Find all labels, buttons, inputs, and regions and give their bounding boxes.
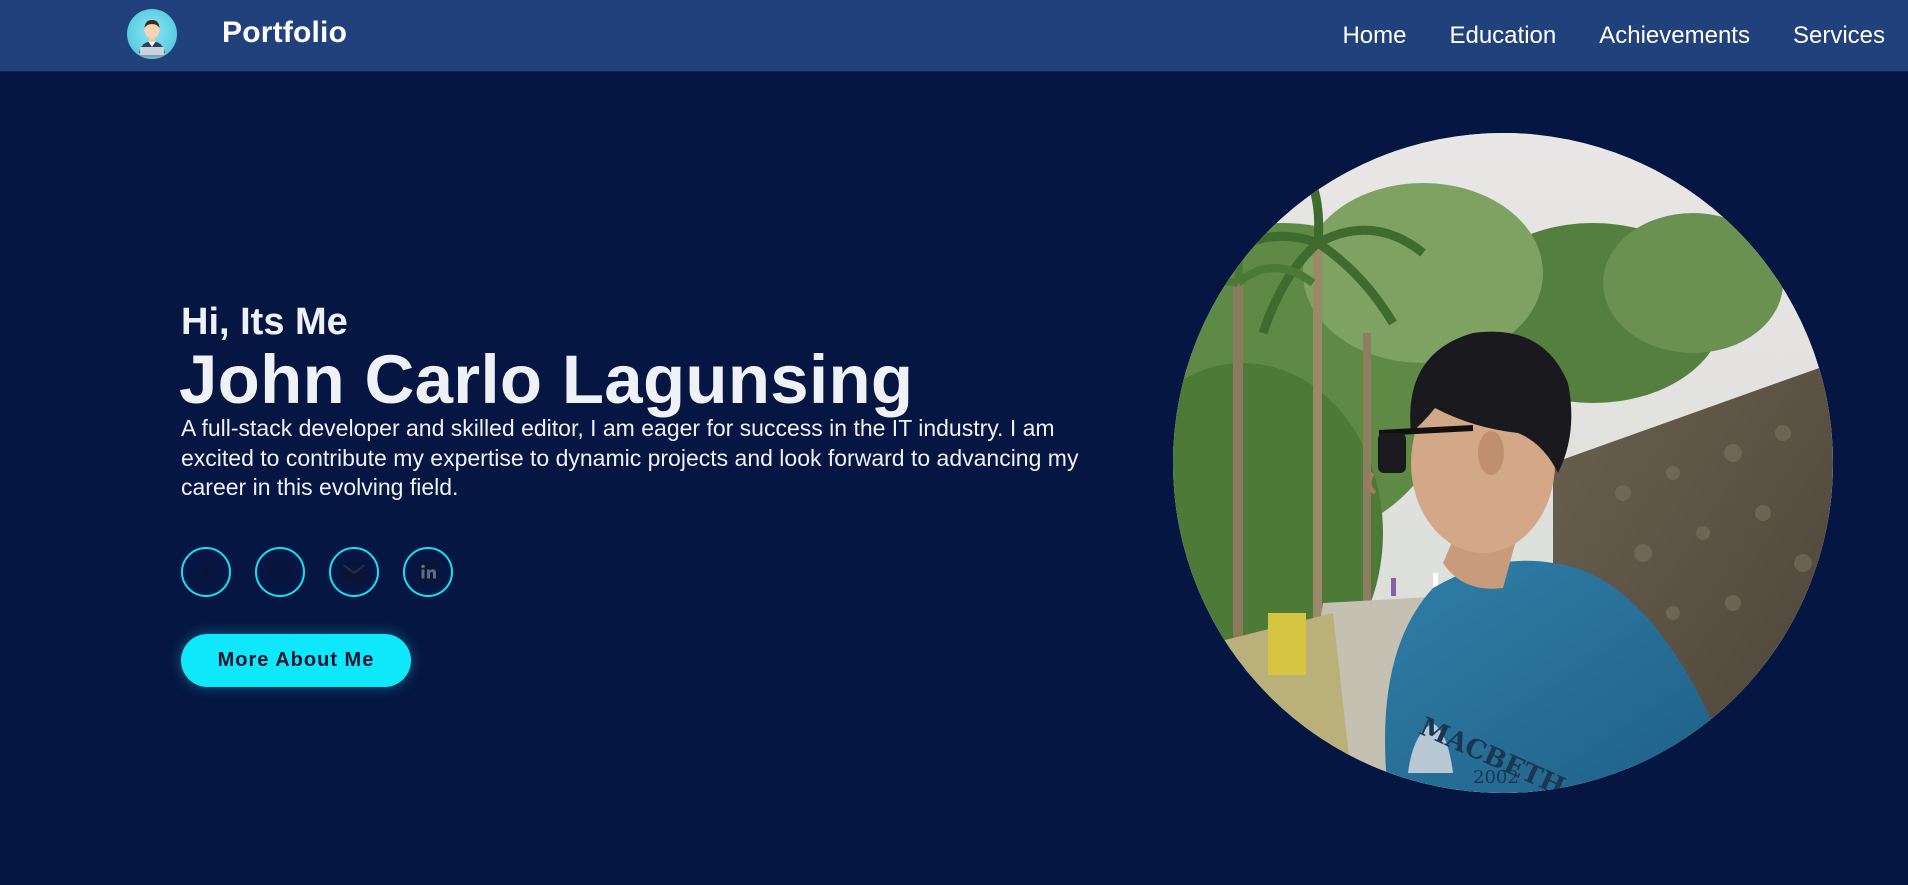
facebook-icon [202, 562, 211, 582]
social-links [181, 547, 453, 597]
shirt-print-number: 2002 [1473, 767, 1519, 788]
hero-intro: Hi, Its Me John Carlo Lagunsing A full-s… [179, 300, 1081, 503]
hero-greeting: Hi, Its Me [181, 301, 348, 343]
profile-photo-illustration: MACBETH 2002 [1173, 133, 1833, 793]
avatar-graphic [137, 20, 167, 57]
developer-avatar-icon[interactable] [127, 9, 177, 59]
more-about-me-button[interactable]: More About Me [181, 634, 411, 687]
linkedin-icon [418, 562, 438, 582]
nav-link-services[interactable]: Services [1793, 21, 1885, 51]
main-nav: Home Education Achievements Services [1342, 0, 1885, 71]
instagram-link[interactable] [255, 547, 305, 597]
nav-link-achievements[interactable]: Achievements [1599, 21, 1750, 51]
email-link[interactable] [329, 547, 379, 597]
hero-bio: A full-stack developer and skilled edito… [181, 415, 1079, 500]
nav-link-home[interactable]: Home [1342, 21, 1406, 51]
navbar: Portfolio Home Education Achievements Se… [0, 0, 1908, 71]
instagram-icon [270, 562, 290, 582]
nav-link-education[interactable]: Education [1449, 21, 1556, 51]
email-icon [342, 563, 366, 581]
brand-title[interactable]: Portfolio [222, 14, 347, 52]
facebook-link[interactable] [181, 547, 231, 597]
profile-photo: MACBETH 2002 [1173, 133, 1833, 793]
hero-name: John Carlo Lagunsing [179, 341, 914, 418]
linkedin-link[interactable] [403, 547, 453, 597]
